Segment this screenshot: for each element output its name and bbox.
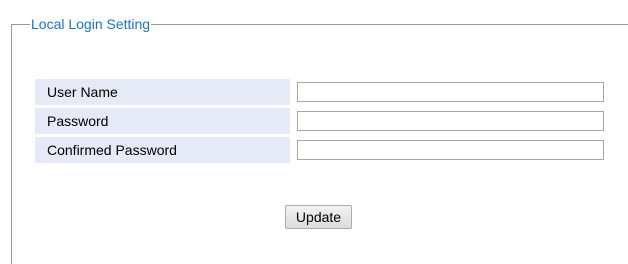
user-name-cell [292, 79, 610, 105]
update-button[interactable]: Update [285, 205, 352, 229]
fieldset-legend: Local Login Setting [30, 15, 152, 33]
confirmed-password-input[interactable] [297, 140, 604, 160]
password-label: Password [35, 108, 290, 134]
password-cell [292, 108, 610, 134]
user-name-row: User Name [35, 79, 610, 105]
password-row: Password [35, 108, 610, 134]
user-name-label: User Name [35, 79, 290, 105]
confirmed-password-row: Confirmed Password [35, 137, 610, 163]
user-name-input[interactable] [297, 82, 604, 102]
confirmed-password-label: Confirmed Password [35, 137, 290, 163]
login-form-table: User Name Password Confirmed Password [35, 79, 610, 166]
password-input[interactable] [297, 111, 604, 131]
confirmed-password-cell [292, 137, 610, 163]
